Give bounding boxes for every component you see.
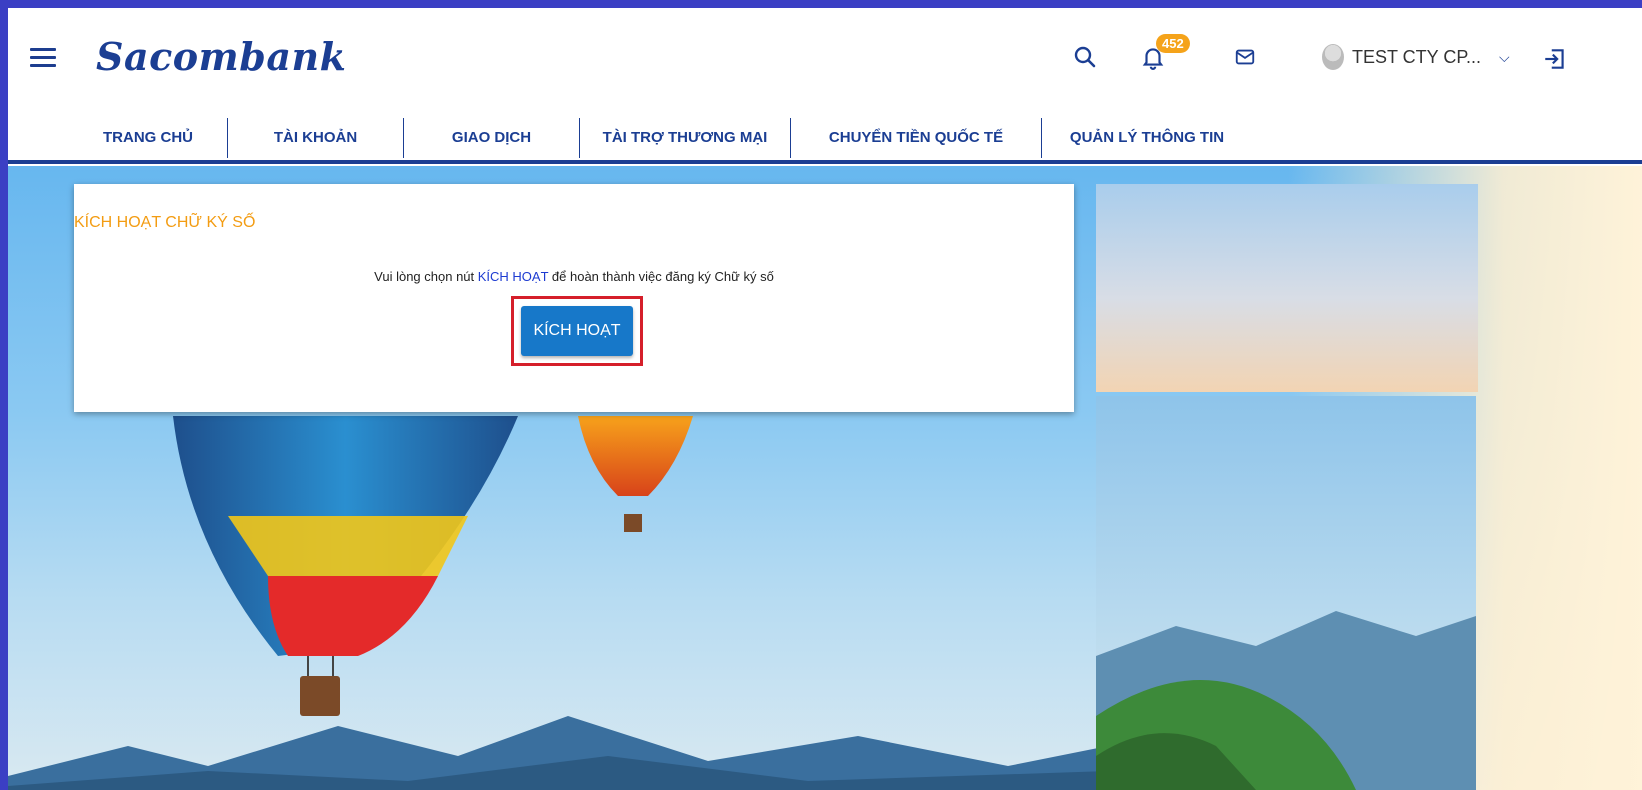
- activate-signature-card: KÍCH HOẠT CHỮ KÝ SỐ Vui lòng chọn nút KÍ…: [74, 184, 1074, 412]
- side-photo-sky: [1096, 184, 1478, 392]
- chevron-down-icon[interactable]: ⌵: [1499, 49, 1510, 66]
- highlight-box: KÍCH HOẠT: [511, 296, 643, 366]
- notification-badge: 452: [1156, 34, 1190, 53]
- card-message: Vui lòng chọn nút KÍCH HOẠT để hoàn thàn…: [74, 269, 1074, 284]
- menu-icon[interactable]: [30, 48, 56, 68]
- user-menu[interactable]: TEST CTY CP... ⌵: [1322, 44, 1510, 70]
- header: Sacombank 452 TEST CTY CP... ⌵ TRANG CHỦ…: [8, 8, 1642, 164]
- side-photo-mountains: [1096, 396, 1476, 790]
- nav-giao-dich[interactable]: GIAO DỊCH: [404, 114, 579, 160]
- nav-tai-khoan[interactable]: TÀI KHOẢN: [228, 114, 403, 160]
- message-highlight: KÍCH HOẠT: [477, 269, 549, 284]
- nav-trang-chu[interactable]: TRANG CHỦ: [68, 114, 228, 160]
- main-nav: TRANG CHỦ TÀI KHOẢN GIAO DỊCH TÀI TRỢ TH…: [8, 114, 1642, 164]
- card-title: KÍCH HOẠT CHỮ KÝ SỐ: [74, 214, 256, 231]
- mountain-image: [8, 716, 1108, 790]
- mail-icon[interactable]: [1228, 40, 1262, 74]
- avatar: [1322, 44, 1344, 70]
- nav-chuyen-tien-quoc-te[interactable]: CHUYỂN TIỀN QUỐC TẾ: [791, 114, 1041, 160]
- user-name: TEST CTY CP...: [1352, 46, 1482, 67]
- nav-quan-ly-thong-tin[interactable]: QUẢN LÝ THÔNG TIN: [1042, 114, 1252, 160]
- message-text: Vui lòng chọn nút: [374, 269, 478, 284]
- activate-button[interactable]: KÍCH HOẠT: [521, 306, 633, 356]
- logo[interactable]: Sacombank: [96, 34, 346, 79]
- app-frame: Sacombank 452 TEST CTY CP... ⌵ TRANG CHỦ…: [8, 8, 1642, 790]
- nav-tai-tro-thuong-mai[interactable]: TÀI TRỢ THƯƠNG MẠI: [580, 114, 790, 160]
- logout-icon[interactable]: [1538, 42, 1572, 76]
- message-text-end: để hoàn thành việc đăng ký Chữ ký số: [548, 269, 774, 284]
- search-icon[interactable]: [1068, 40, 1102, 74]
